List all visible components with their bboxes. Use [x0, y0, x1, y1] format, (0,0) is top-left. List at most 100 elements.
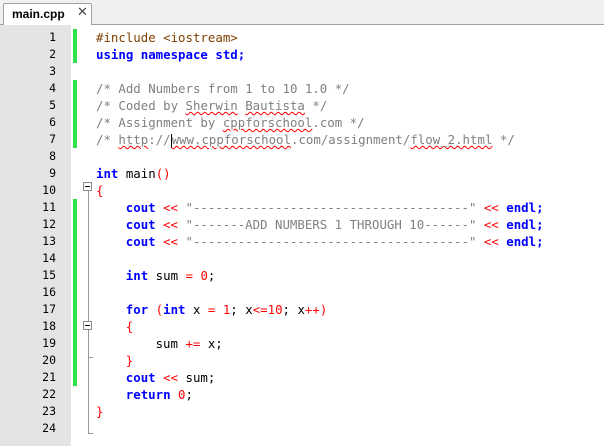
tab-main-cpp[interactable]: main.cpp ✕ — [3, 3, 92, 25]
code-text: return 0; — [126, 386, 193, 403]
line-number: 6 — [49, 115, 56, 129]
code-line[interactable]: 16 — [0, 284, 604, 301]
code-line[interactable]: 13 cout << "-----------------------------… — [0, 233, 604, 250]
code-token: flow_2.html — [410, 132, 493, 147]
code-token: ++ — [304, 302, 320, 317]
code-text: /* Coded by Sherwin Bautista */ — [96, 97, 327, 114]
change-marker — [73, 267, 77, 284]
line-number: 9 — [49, 166, 56, 180]
code-token: /* Assignment by — [96, 115, 223, 130]
change-marker — [73, 97, 77, 114]
code-line[interactable]: 3 — [0, 63, 604, 80]
code-line[interactable]: 4 /* Add Numbers from 1 to 10 1.0 */ — [0, 80, 604, 97]
code-token: cout — [125, 234, 156, 249]
line-number: 14 — [42, 251, 56, 265]
code-line[interactable]: 12 cout << "-------ADD NUMBERS 1 THROUGH … — [0, 216, 604, 233]
line-number: 10 — [42, 183, 56, 197]
line-number: 11 — [42, 200, 56, 214]
code-token: ; — [185, 387, 193, 402]
code-token: Sherwin — [185, 98, 238, 113]
code-text: int main() — [96, 165, 171, 182]
code-text: { — [96, 182, 103, 199]
code-line[interactable]: 22 return 0; — [0, 386, 604, 403]
code-line[interactable]: 8 — [0, 148, 604, 165]
code-token: { — [125, 319, 134, 334]
code-token: :// — [148, 132, 171, 147]
code-token: Bautista — [245, 98, 305, 113]
code-line[interactable]: 18 { — [0, 318, 604, 335]
line-number: 21 — [42, 370, 56, 384]
code-token: /* Add Numbers from 1 to 10 1.0 */ — [96, 81, 350, 96]
code-line[interactable]: 6 /* Assignment by cppforschool.com */ — [0, 114, 604, 131]
code-line[interactable]: 19 sum += x; — [0, 335, 604, 352]
close-icon[interactable]: ✕ — [77, 6, 88, 20]
line-number: 24 — [42, 421, 56, 435]
code-line[interactable]: 2 using namespace std; — [0, 46, 604, 63]
code-text: for (int x = 1; x<=10; x++) — [126, 301, 328, 318]
change-marker — [73, 284, 77, 301]
code-line[interactable]: 23} — [0, 403, 604, 420]
code-token: x — [185, 302, 208, 317]
code-token: += — [185, 336, 201, 351]
line-number: 4 — [49, 81, 56, 95]
code-text: /* Add Numbers from 1 to 10 1.0 */ — [96, 80, 350, 97]
code-line[interactable]: 11 cout << "-----------------------------… — [0, 199, 604, 216]
code-token: << — [476, 200, 507, 215]
code-token: .com/assignment/ — [290, 132, 411, 147]
code-token: } — [96, 404, 104, 419]
code-token: ( — [148, 302, 164, 317]
code-line[interactable]: 21 cout << sum; — [0, 369, 604, 386]
code-token: int — [125, 268, 149, 283]
code-line[interactable]: 9 int main() — [0, 165, 604, 182]
change-marker — [73, 250, 77, 267]
code-line[interactable]: 1 #include <iostream> — [0, 29, 604, 46]
code-line[interactable]: 7 /* http://www.cppforschool.com/assignme… — [0, 131, 604, 148]
line-number: 19 — [42, 336, 56, 350]
code-token: return — [125, 387, 171, 402]
line-number: 1 — [49, 30, 56, 44]
code-line[interactable]: 14 — [0, 250, 604, 267]
code-line[interactable]: 10 { — [0, 182, 604, 199]
change-marker — [73, 318, 77, 335]
code-token: .com */ — [312, 115, 365, 130]
code-token: 0 — [178, 387, 186, 402]
code-token: 0 — [200, 268, 208, 283]
code-token: () — [155, 166, 171, 181]
code-token: "-------------------------------------" — [185, 200, 477, 215]
code-token: 10 — [267, 302, 283, 317]
line-number: 20 — [42, 353, 56, 367]
change-marker — [73, 216, 77, 233]
code-token: /* Coded by — [96, 98, 186, 113]
code-line[interactable]: 15 int sum = 0; — [0, 267, 604, 284]
code-text: cout << "-------ADD NUMBERS 1 THROUGH 10… — [126, 216, 544, 233]
code-token: <= — [252, 302, 268, 317]
code-line[interactable]: 20} — [0, 352, 604, 369]
code-token: endl; — [506, 217, 544, 232]
code-editor[interactable]: 1 #include <iostream> 2 using namespace std… — [0, 25, 604, 446]
code-token: #include <iostream> — [96, 30, 238, 45]
tab-label: main.cpp — [12, 7, 65, 21]
code-line[interactable]: 5 /* Coded by Sherwin Bautista */ — [0, 97, 604, 114]
code-token: "-------------------------------------" — [185, 234, 477, 249]
code-text: { — [126, 318, 133, 335]
tab-bar: main.cpp ✕ — [0, 0, 604, 25]
change-marker — [73, 369, 77, 386]
code-token: int — [96, 166, 119, 181]
line-number: 12 — [42, 217, 56, 231]
code-token: cout — [125, 200, 156, 215]
code-token: cppforschool — [222, 115, 313, 130]
code-line[interactable]: 24 — [0, 420, 604, 437]
line-number: 15 — [42, 268, 56, 282]
code-text: using namespace std; — [96, 46, 245, 63]
code-token: } — [125, 353, 134, 368]
code-token: sum — [155, 336, 186, 351]
code-token: = — [185, 268, 193, 283]
line-number: 3 — [49, 64, 56, 78]
code-text: /* Assignment by cppforschool.com */ — [96, 114, 365, 131]
change-marker — [73, 301, 77, 318]
change-marker — [73, 46, 77, 63]
code-line[interactable]: 17 for (int x = 1; x<=10; x++) — [0, 301, 604, 318]
code-token: << — [163, 370, 179, 385]
